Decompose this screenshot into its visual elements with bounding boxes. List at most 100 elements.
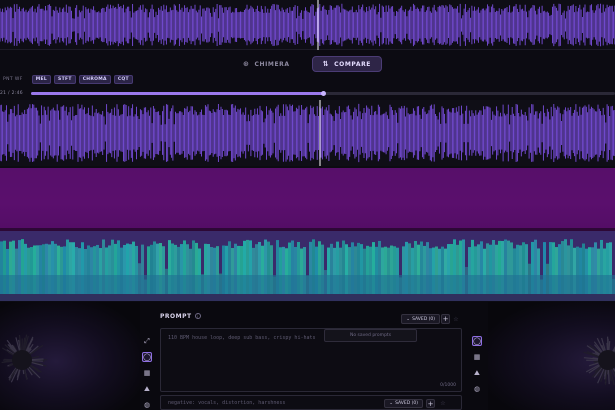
compare-waveform-top[interactable] bbox=[0, 0, 615, 50]
saved-negative-button[interactable]: ⌄ SAVED (0) bbox=[384, 399, 423, 408]
spectrogram-low-band bbox=[273, 275, 276, 295]
chevron-down-icon: ⌄ bbox=[389, 401, 394, 406]
spectrogram-low-band bbox=[300, 275, 303, 295]
spectrogram-low-band bbox=[339, 275, 342, 295]
spectrogram-low-band bbox=[453, 275, 456, 295]
main-waveform[interactable] bbox=[0, 100, 615, 166]
view-button-mel[interactable]: MEL bbox=[31, 74, 52, 84]
add-prompt-button[interactable]: + bbox=[441, 314, 450, 324]
prompt-panel: PROMPT i ⌄ SAVED (0) + ☆ 110 BPM house l… bbox=[160, 310, 462, 410]
spectrogram-low-band bbox=[378, 275, 381, 295]
spectrogram-low-band bbox=[270, 275, 273, 295]
spectrogram-low-band bbox=[288, 275, 291, 295]
spectrogram-low-band bbox=[228, 275, 231, 295]
spectrogram-low-band bbox=[381, 275, 384, 295]
spectrogram-low-band bbox=[333, 275, 336, 295]
star-icon[interactable]: ☆ bbox=[452, 314, 460, 324]
spectrogram-low-band bbox=[54, 275, 57, 295]
spectrogram-low-band bbox=[447, 275, 450, 295]
spectrogram-low-band bbox=[96, 275, 99, 295]
spectrogram-low-band bbox=[99, 275, 102, 295]
spectrogram-low-band bbox=[561, 275, 564, 295]
spectrogram-low-band bbox=[72, 275, 75, 295]
progress-handle[interactable] bbox=[321, 91, 326, 96]
spectrogram-low-band bbox=[354, 275, 357, 295]
time-readout: 21 / 2:46 bbox=[0, 90, 23, 96]
spectrogram-low-band bbox=[105, 275, 108, 295]
spectrogram-low-band bbox=[585, 275, 588, 295]
tab-compare[interactable]: ⇅ COMPARE bbox=[311, 56, 383, 72]
circle-icon[interactable]: ◯ bbox=[142, 352, 152, 362]
spectrogram-low-band bbox=[195, 275, 198, 295]
toolbar-left: ⤢ ◯ ▦ ⛰ ◍ bbox=[141, 336, 153, 410]
spectrogram-low-band bbox=[168, 275, 171, 295]
drop-icon[interactable]: ◍ bbox=[142, 400, 152, 410]
spectrogram-low-band bbox=[21, 275, 24, 295]
spectrogram-low-band bbox=[186, 275, 189, 295]
spectrogram-low-band bbox=[108, 275, 111, 295]
tab-compare-label: COMPARE bbox=[334, 60, 372, 68]
spectrogram-low-band bbox=[396, 275, 399, 295]
negative-prompt-input[interactable]: negative: vocals, distortion, harshness … bbox=[160, 395, 462, 410]
saved-prompts-button[interactable]: ⌄ SAVED (0) bbox=[401, 314, 440, 324]
spectrogram-low-band bbox=[48, 275, 51, 295]
circle-icon[interactable]: ◯ bbox=[472, 336, 482, 346]
spectrogram-low-band bbox=[414, 275, 417, 295]
spectrogram-low-band bbox=[87, 275, 90, 295]
dropdown-empty-text: No saved prompts bbox=[349, 333, 392, 338]
spectrogram-low-band bbox=[267, 275, 270, 295]
visualizer-left bbox=[0, 302, 140, 410]
spectrogram-low-band bbox=[114, 275, 117, 295]
grid-icon[interactable]: ▦ bbox=[472, 352, 482, 362]
prompt-placeholder: 110 BPM house loop, deep sub bass, crisp… bbox=[168, 335, 316, 341]
negative-placeholder: negative: vocals, distortion, harshness bbox=[168, 400, 286, 406]
spectrogram-low-band bbox=[210, 275, 213, 295]
spectrogram-low-band bbox=[36, 275, 39, 295]
spectrogram-low-band bbox=[357, 275, 360, 295]
spectrogram-low-band bbox=[393, 275, 396, 295]
spectrogram-low-band bbox=[579, 275, 582, 295]
tab-chimera[interactable]: ⊛ CHIMERA bbox=[233, 56, 300, 72]
spectrogram-low-band bbox=[420, 275, 423, 295]
spectrogram-low-band bbox=[324, 275, 327, 295]
spectrogram-low-band bbox=[435, 275, 438, 295]
spectrogram-low-band bbox=[456, 275, 459, 295]
spectrogram-low-band bbox=[516, 275, 519, 295]
mountain-icon[interactable]: ⛰ bbox=[142, 384, 152, 394]
spectrogram-low-band bbox=[261, 275, 264, 295]
spectrogram-low-band bbox=[207, 275, 210, 295]
spectrogram-low-band bbox=[462, 275, 465, 295]
spectrogram-low-band bbox=[498, 275, 501, 295]
view-button-cqt[interactable]: CQT bbox=[113, 74, 133, 84]
spectrogram-low-band bbox=[3, 275, 6, 295]
spectrogram-low-band bbox=[489, 275, 492, 295]
spectrogram-low-band bbox=[192, 275, 195, 295]
spectrogram-low-band bbox=[474, 275, 477, 295]
grid-icon[interactable]: ▦ bbox=[142, 368, 152, 378]
spectrogram-low-band bbox=[150, 275, 153, 295]
view-button-stft[interactable]: STFT bbox=[54, 74, 76, 84]
progress-track[interactable] bbox=[31, 91, 615, 96]
star-icon[interactable]: ☆ bbox=[439, 399, 447, 408]
spectrogram-low-band bbox=[450, 275, 453, 295]
spectrogram-low-band bbox=[45, 275, 48, 295]
mountain-icon[interactable]: ⛰ bbox=[472, 368, 482, 378]
spectrogram-low-band bbox=[30, 275, 33, 295]
spectrogram-low-band bbox=[513, 275, 516, 295]
spectrogram-low-band bbox=[27, 275, 30, 295]
spectrogram-low-band bbox=[588, 275, 591, 295]
spectrogram-low-band bbox=[429, 275, 432, 295]
spectrogram-low-band bbox=[279, 275, 282, 295]
spectrogram-low-band bbox=[204, 275, 207, 295]
expand-icon[interactable]: ⤢ bbox=[142, 336, 152, 346]
spectrogram-low-band bbox=[12, 275, 15, 295]
view-button-chroma[interactable]: CHROMA bbox=[78, 74, 111, 84]
spectrogram[interactable] bbox=[0, 231, 615, 295]
compare-icon: ⇅ bbox=[322, 60, 330, 68]
toolbar-right: ◯ ▦ ⛰ ◍ bbox=[471, 336, 483, 394]
info-icon[interactable]: i bbox=[194, 313, 201, 319]
drop-icon[interactable]: ◍ bbox=[472, 384, 482, 394]
spectrogram-low-band bbox=[342, 275, 345, 295]
add-negative-button[interactable]: + bbox=[426, 399, 435, 408]
spectrogram-low-band bbox=[486, 275, 489, 295]
